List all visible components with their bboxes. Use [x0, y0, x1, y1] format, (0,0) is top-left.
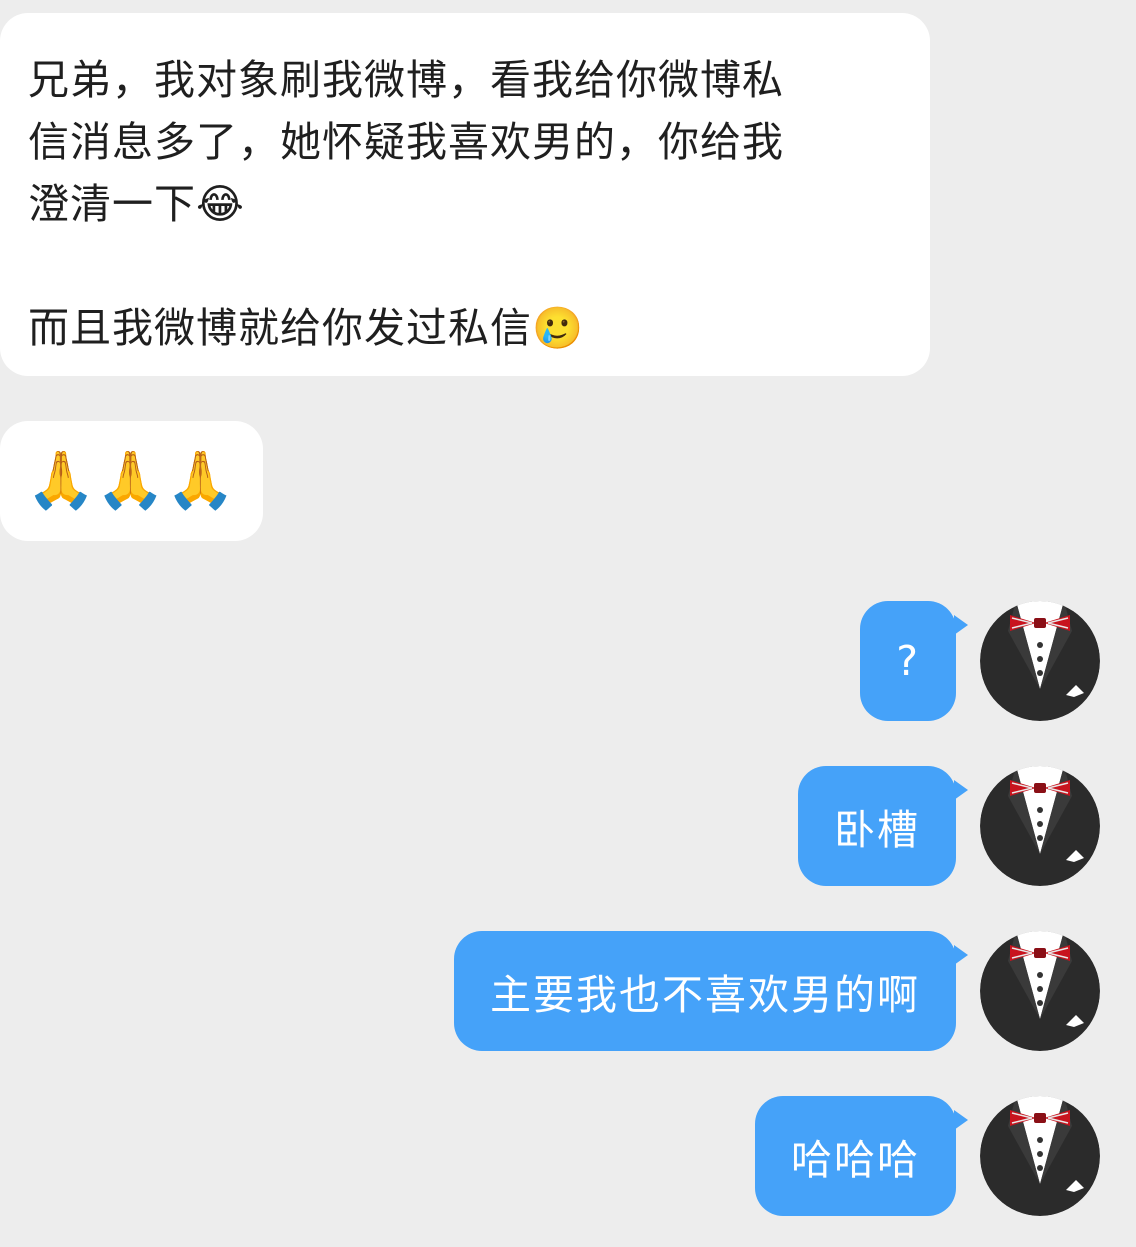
outgoing-message-row: 哈哈哈: [755, 1096, 1100, 1216]
outgoing-message-text: 卧槽: [834, 806, 920, 854]
avatar[interactable]: [980, 601, 1100, 721]
tuxedo-icon: [980, 1096, 1100, 1216]
outgoing-message-row: 卧槽: [798, 766, 1100, 886]
tuxedo-icon: [980, 766, 1100, 886]
outgoing-message-text: 主要我也不喜欢男的啊: [490, 971, 920, 1019]
incoming-message-bubble[interactable]: 🙏🙏🙏: [0, 421, 263, 541]
incoming-message-text: 🙏🙏🙏: [26, 448, 236, 513]
incoming-message-text: 兄弟，我对象刷我微博，看我给你微博私 信消息多了，她怀疑我喜欢男的，你给我 澄清…: [28, 56, 784, 352]
tuxedo-icon: [980, 601, 1100, 721]
outgoing-message-bubble[interactable]: 卧槽: [798, 766, 968, 886]
outgoing-message-row: ?: [860, 601, 1100, 721]
outgoing-message-bubble[interactable]: 主要我也不喜欢男的啊: [454, 931, 968, 1051]
tuxedo-icon: [980, 931, 1100, 1051]
avatar[interactable]: [980, 931, 1100, 1051]
avatar[interactable]: [980, 766, 1100, 886]
outgoing-message-text: 哈哈哈: [791, 1136, 920, 1184]
outgoing-message-text: ?: [896, 637, 920, 685]
outgoing-message-row: 主要我也不喜欢男的啊: [454, 931, 1100, 1051]
avatar[interactable]: [980, 1096, 1100, 1216]
incoming-message-bubble[interactable]: 兄弟，我对象刷我微博，看我给你微博私 信消息多了，她怀疑我喜欢男的，你给我 澄清…: [0, 13, 930, 376]
outgoing-message-bubble[interactable]: 哈哈哈: [755, 1096, 968, 1216]
outgoing-message-bubble[interactable]: ?: [860, 601, 968, 721]
